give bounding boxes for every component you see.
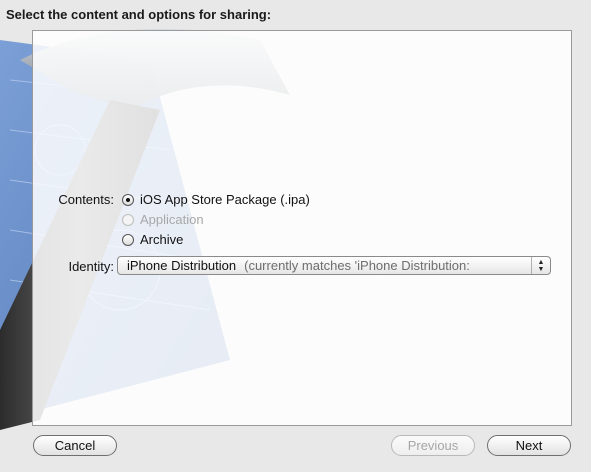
radio-label: iOS App Store Package (.ipa) bbox=[140, 192, 310, 207]
radio-selected-icon bbox=[122, 193, 134, 206]
radio-ios-app-store-package[interactable]: iOS App Store Package (.ipa) bbox=[122, 192, 310, 207]
sheet-heading: Select the content and options for shari… bbox=[6, 7, 272, 22]
cancel-button[interactable]: Cancel bbox=[33, 435, 117, 456]
radio-archive[interactable]: Archive bbox=[122, 232, 183, 247]
share-sheet: Select the content and options for shari… bbox=[0, 0, 591, 472]
radio-label: Archive bbox=[140, 232, 184, 247]
identity-detail: (currently matches 'iPhone Distribution: bbox=[244, 258, 470, 273]
identity-label: Identity: bbox=[68, 259, 114, 274]
radio-application[interactable]: Application bbox=[122, 212, 204, 227]
radio-unselected-icon bbox=[122, 233, 134, 246]
radio-disabled-icon bbox=[122, 213, 134, 226]
identity-popup[interactable]: iPhone Distribution (currently matches '… bbox=[117, 256, 551, 275]
next-button[interactable]: Next bbox=[487, 435, 571, 456]
previous-button[interactable]: Previous bbox=[391, 435, 475, 456]
identity-value: iPhone Distribution bbox=[127, 258, 237, 273]
options-panel bbox=[32, 30, 572, 426]
contents-label: Contents: bbox=[58, 192, 114, 207]
radio-label: Application bbox=[140, 212, 204, 227]
updown-arrows-icon: ▲ ▼ bbox=[531, 257, 550, 274]
